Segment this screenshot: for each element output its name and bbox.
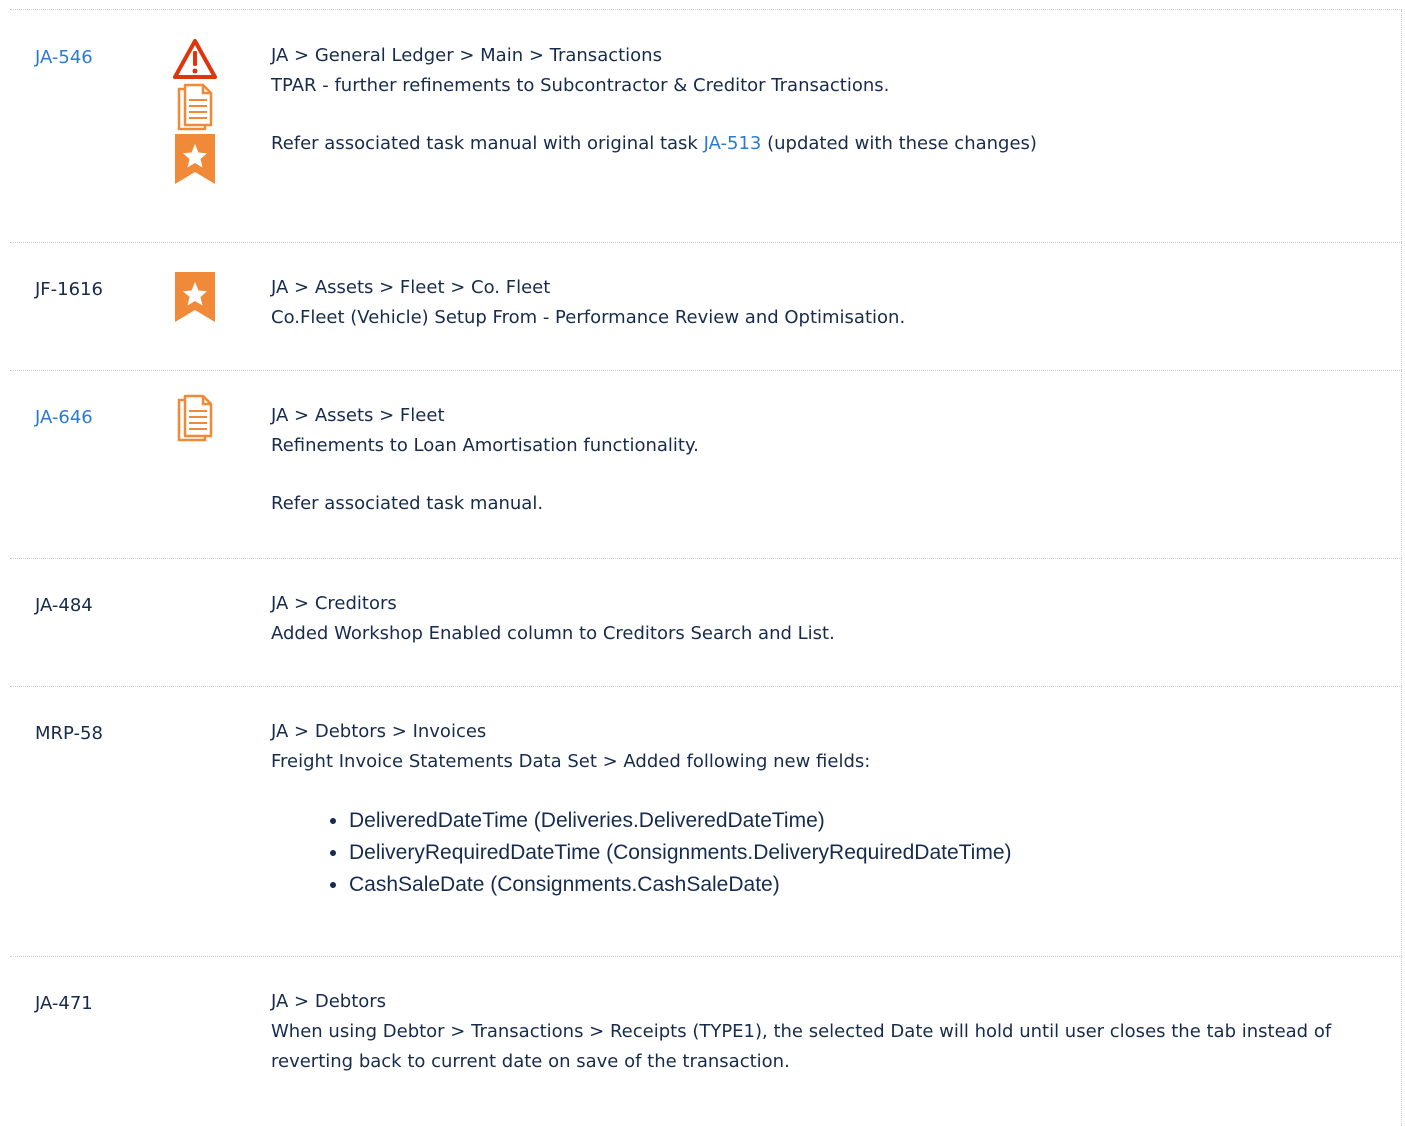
issue-key: JA-471 — [35, 993, 93, 1014]
list-item: CashSaleDate (Consignments.CashSaleDate) — [349, 869, 1371, 901]
module-path: JA > Assets > Fleet — [271, 405, 445, 426]
manual-note: Refer associated task manual with origin… — [271, 129, 1371, 159]
change-summary: Refinements to Loan Amortisation functio… — [271, 435, 699, 456]
icon-cell — [172, 38, 218, 184]
table-row: JA-646 JA > Assets > Fleet Refinements t… — [10, 370, 1402, 559]
related-task-link[interactable]: JA-513 — [704, 133, 762, 154]
change-summary: TPAR - further refinements to Subcontrac… — [271, 75, 890, 96]
document-icon — [177, 394, 213, 442]
list-item: DeliveredDateTime (Deliveries.DeliveredD… — [349, 805, 1371, 837]
note-text: (updated with these changes) — [761, 133, 1037, 154]
change-summary: When using Debtor > Transactions > Recei… — [271, 1021, 1332, 1072]
issue-key-link[interactable]: JA-646 — [35, 404, 115, 432]
issue-key-link[interactable]: JA-546 — [35, 44, 115, 72]
manual-note: Refer associated task manual. — [271, 493, 544, 514]
change-summary: Co.Fleet (Vehicle) Setup From - Performa… — [271, 307, 906, 328]
table-row: MRP-58 JA > Debtors > Invoices Freight I… — [10, 686, 1402, 957]
description-cell: JA > Creditors Added Workshop Enabled co… — [271, 589, 1371, 649]
description-cell: JA > General Ledger > Main > Transaction… — [271, 41, 1371, 159]
description-cell: JA > Debtors When using Debtor > Transac… — [271, 987, 1371, 1077]
note-text: Refer associated task manual with origin… — [271, 133, 704, 154]
table-row: JA-546 JA > General Ledger > Main > Tran… — [10, 10, 1402, 243]
module-path: JA > General Ledger > Main > Transaction… — [271, 45, 662, 66]
warning-icon — [173, 39, 217, 79]
table-row: JA-484 JA > Creditors Added Workshop Ena… — [10, 558, 1402, 687]
module-path: JA > Debtors > Invoices — [271, 721, 487, 742]
new-fields-list: DeliveredDateTime (Deliveries.DeliveredD… — [271, 805, 1371, 901]
document-icon — [177, 83, 213, 131]
description-cell: JA > Assets > Fleet > Co. Fleet Co.Fleet… — [271, 273, 1371, 333]
release-notes-table: JA-546 JA > General Ledger > Main > Tran… — [10, 9, 1402, 1126]
change-summary: Added Workshop Enabled column to Credito… — [271, 623, 835, 644]
description-cell: JA > Assets > Fleet Refinements to Loan … — [271, 401, 1371, 519]
description-cell: JA > Debtors > Invoices Freight Invoice … — [271, 717, 1371, 901]
issue-key: MRP-58 — [35, 723, 103, 744]
table-row: JA-471 JA > Debtors When using Debtor > … — [10, 956, 1402, 1126]
star-badge-icon — [175, 272, 215, 322]
module-path: JA > Creditors — [271, 593, 397, 614]
icon-cell — [172, 394, 218, 444]
table-row: JF-1616 JA > Assets > Fleet > Co. Fleet … — [10, 242, 1402, 371]
star-badge-icon — [175, 134, 215, 184]
list-item: DeliveryRequiredDateTime (Consignments.D… — [349, 837, 1371, 869]
icon-cell — [172, 272, 218, 322]
issue-key: JA-484 — [35, 595, 93, 616]
module-path: JA > Assets > Fleet > Co. Fleet — [271, 277, 551, 298]
issue-key: JF-1616 — [35, 279, 103, 300]
change-summary: Freight Invoice Statements Data Set > Ad… — [271, 751, 871, 772]
module-path: JA > Debtors — [271, 991, 387, 1012]
